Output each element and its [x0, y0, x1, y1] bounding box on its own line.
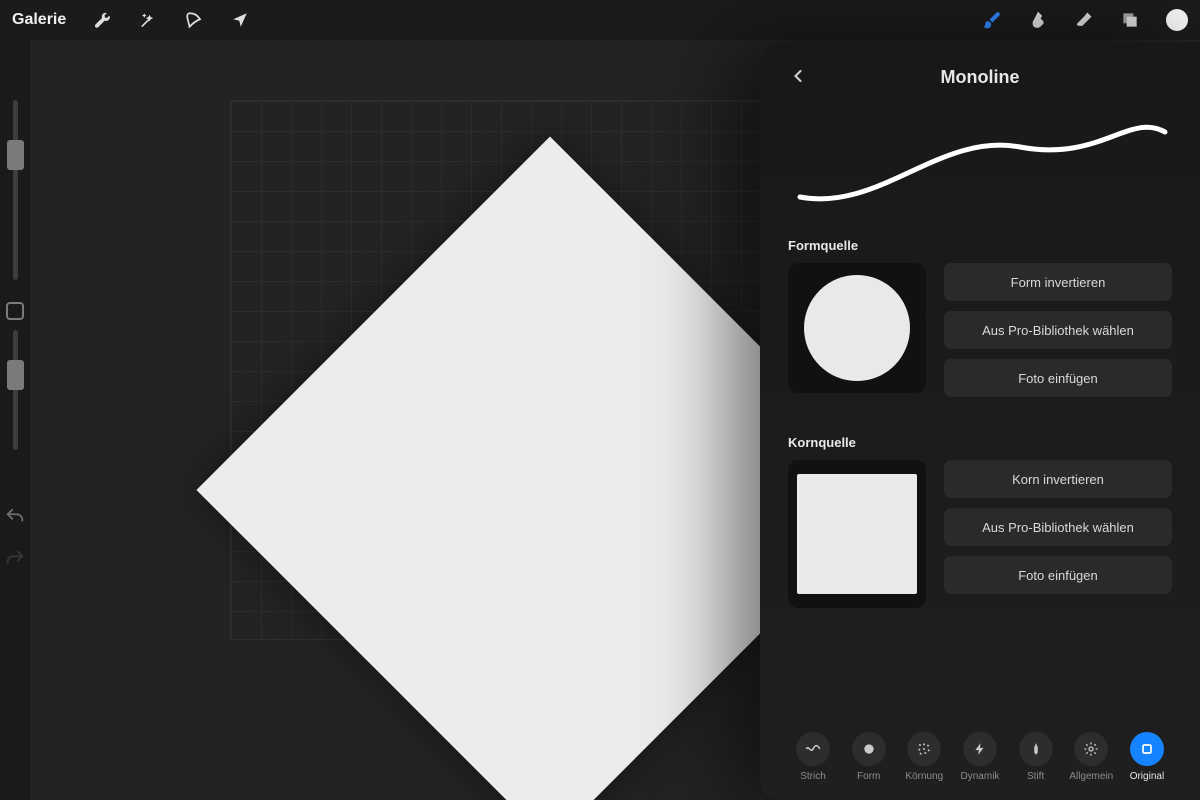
eraser-icon[interactable] [1074, 10, 1094, 30]
left-sidebar [0, 100, 30, 462]
slider-thumb[interactable] [7, 360, 24, 390]
nav-pencil[interactable]: Stift [1011, 732, 1061, 782]
grain-insert-photo-button[interactable]: Foto einfügen [944, 556, 1172, 594]
nav-label: Strich [800, 771, 826, 782]
redo-icon[interactable] [4, 548, 26, 570]
nav-stroke[interactable]: Strich [788, 732, 838, 782]
brush-size-slider[interactable] [13, 100, 18, 280]
panel-title: Monoline [941, 67, 1020, 88]
top-toolbar: Galerie [0, 0, 1200, 40]
back-button[interactable] [788, 66, 810, 88]
shape-source-preview[interactable] [788, 263, 926, 393]
arrow-icon[interactable] [230, 10, 250, 30]
nav-label: Körnung [905, 771, 943, 782]
grain-source-label: Kornquelle [788, 435, 1172, 450]
stroke-preview [788, 102, 1172, 212]
nav-label: Allgemein [1069, 771, 1113, 782]
square-icon [797, 474, 917, 594]
invert-shape-button[interactable]: Form invertieren [944, 263, 1172, 301]
nav-shape[interactable]: Form [844, 732, 894, 782]
grain-source-preview[interactable] [788, 460, 926, 608]
source-icon [1130, 732, 1164, 766]
gear-icon [1074, 732, 1108, 766]
wand-icon[interactable] [138, 10, 158, 30]
brush-settings-nav: Strich Form Körnung Dynamik Stift Allgem… [788, 714, 1172, 782]
slider-thumb[interactable] [7, 140, 24, 170]
nav-label: Original [1130, 771, 1164, 782]
grain-icon [907, 732, 941, 766]
nav-label: Form [857, 771, 880, 782]
modify-square[interactable] [6, 302, 24, 320]
undo-redo-group [4, 506, 26, 570]
grain-pro-library-button[interactable]: Aus Pro-Bibliothek wählen [944, 508, 1172, 546]
brush-icon[interactable] [982, 10, 1002, 30]
shape-pro-library-button[interactable]: Aus Pro-Bibliothek wählen [944, 311, 1172, 349]
wrench-icon[interactable] [92, 10, 112, 30]
form-source-label: Formquelle [788, 238, 1172, 253]
nav-general[interactable]: Allgemein [1066, 732, 1116, 782]
nav-label: Dynamik [961, 771, 1000, 782]
invert-grain-button[interactable]: Korn invertieren [944, 460, 1172, 498]
color-swatch[interactable] [1166, 9, 1188, 31]
circle-icon [804, 275, 910, 381]
smudge-icon[interactable] [1028, 10, 1048, 30]
bolt-icon [963, 732, 997, 766]
nav-dynamics[interactable]: Dynamik [955, 732, 1005, 782]
gallery-link[interactable]: Galerie [12, 11, 66, 29]
pencil-icon [1019, 732, 1053, 766]
undo-icon[interactable] [4, 506, 26, 528]
nav-label: Stift [1027, 771, 1044, 782]
burst-icon [852, 732, 886, 766]
selection-icon[interactable] [184, 10, 204, 30]
shape-insert-photo-button[interactable]: Foto einfügen [944, 359, 1172, 397]
wave-icon [796, 732, 830, 766]
brush-settings-panel: Monoline Formquelle Form invertieren Aus… [760, 42, 1200, 800]
nav-source[interactable]: Original [1122, 732, 1172, 782]
nav-grain[interactable]: Körnung [899, 732, 949, 782]
opacity-slider[interactable] [13, 330, 18, 450]
layers-icon[interactable] [1120, 10, 1140, 30]
